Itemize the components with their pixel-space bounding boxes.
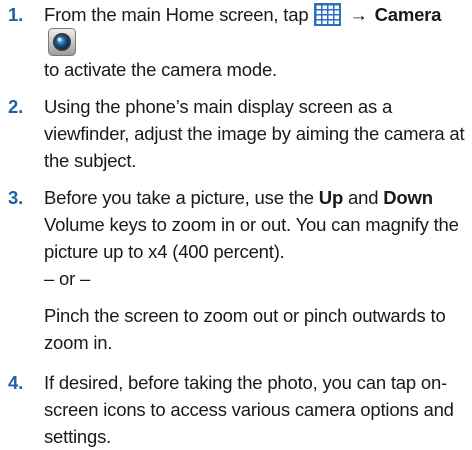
instruction-page: 1. From the main Home screen, tap → Came… (0, 1, 472, 447)
step-2: 2. Using the phone’s main display screen… (8, 93, 466, 174)
step-number: 3. (8, 187, 24, 208)
step-number: 1. (8, 4, 24, 25)
step-3: 3. Before you take a picture, use the Up… (8, 184, 466, 356)
camera-app-icon (48, 28, 76, 56)
step-text: If desired, before taking the photo, you… (44, 372, 454, 447)
down-key-label: Down (383, 187, 433, 208)
step-text-continued: Volume keys to zoom in or out. You can m… (44, 214, 459, 262)
camera-label: Camera (374, 4, 442, 25)
step-text: Before you take a picture, use the (44, 187, 314, 208)
step-text: and (348, 187, 379, 208)
step-number: 2. (8, 96, 24, 117)
step-1: 1. From the main Home screen, tap → Came… (8, 1, 466, 83)
step-4: 4. If desired, before taking the photo, … (8, 369, 466, 450)
arrow-symbol: → (349, 4, 368, 25)
apps-grid-icon (314, 3, 342, 26)
or-separator: – or – (44, 268, 91, 289)
alternative-instruction: Pinch the screen to zoom out or pinch ou… (44, 305, 446, 353)
step-text: Using the phone’s main display screen as… (44, 96, 465, 171)
step-number: 4. (8, 372, 24, 393)
step-text-continued: to activate the camera mode. (44, 59, 277, 80)
step-text: From the main Home screen, tap (44, 4, 309, 25)
up-key-label: Up (318, 187, 344, 208)
